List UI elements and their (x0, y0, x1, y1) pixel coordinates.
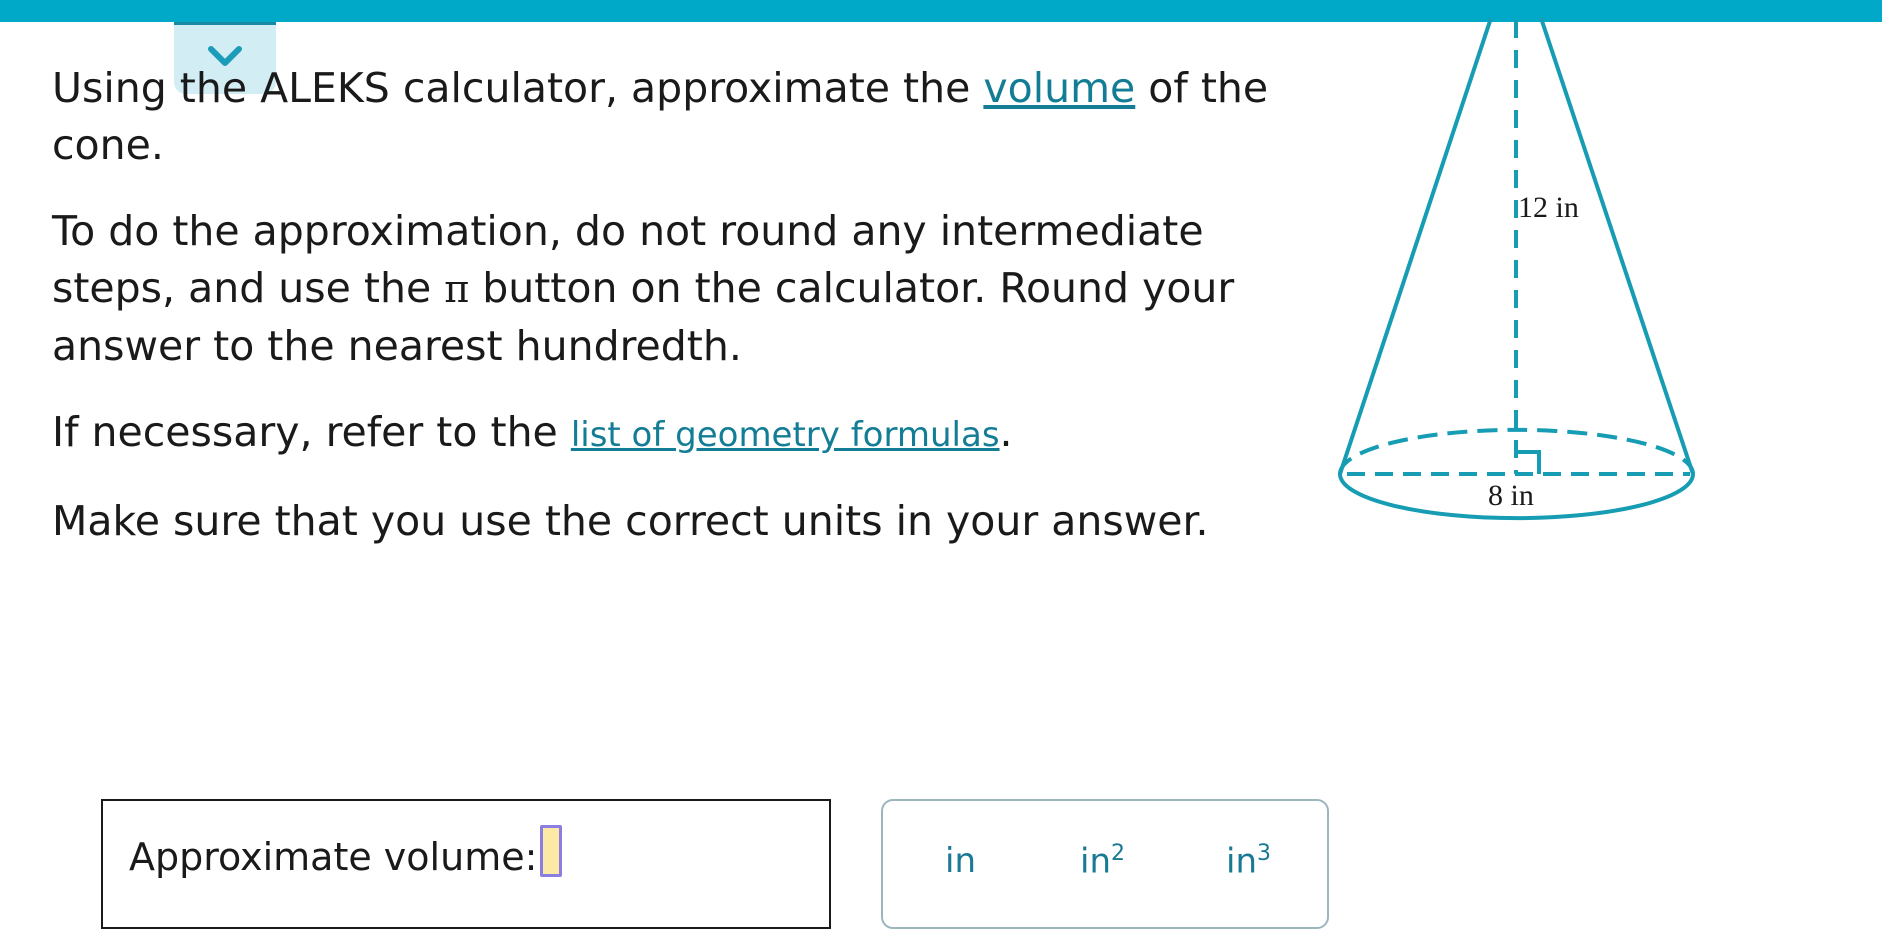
reference-text: If necessary, refer to the (52, 408, 571, 456)
units-palette: in in2 in3 (881, 799, 1329, 929)
question-prompt: Using the ALEKS calculator, approximate … (52, 60, 1312, 550)
question-text: Using the ALEKS calculator, approximate … (52, 64, 984, 112)
unit-in-label: in (945, 841, 976, 881)
question-paragraph: Using the ALEKS calculator, approximate … (52, 60, 1312, 174)
reference-paragraph: If necessary, refer to the list of geome… (52, 404, 1312, 464)
answer-label: Approximate volume: (129, 835, 538, 879)
right-angle-marker (1516, 450, 1541, 474)
cone-right-side (1539, 17, 1695, 475)
units-instruction: Make sure that you use the correct units… (52, 497, 1209, 545)
reference-text: . (999, 408, 1013, 456)
unit-in-button[interactable]: in (945, 841, 976, 881)
unit-in3-button[interactable]: in3 (1226, 841, 1271, 881)
cone-left-side (1338, 17, 1493, 475)
pi-symbol: π (444, 267, 470, 311)
height-label: 12 in (1518, 191, 1579, 224)
geometry-formulas-link[interactable]: list of geometry formulas (571, 415, 1000, 455)
unit-in3-exponent: 3 (1257, 841, 1271, 866)
unit-in2-exponent: 2 (1111, 841, 1125, 866)
unit-in2-label: in (1080, 841, 1111, 882)
answer-box: Approximate volume: (101, 799, 831, 929)
cone-figure: 12 in 8 in (1338, 17, 1695, 521)
instruction-paragraph: To do the approximation, do not round an… (52, 203, 1312, 375)
unit-in3-label: in (1226, 841, 1257, 882)
volume-answer-input[interactable] (540, 825, 562, 877)
radius-label: 8 in (1488, 479, 1534, 512)
volume-link[interactable]: volume (983, 64, 1135, 112)
unit-in2-button[interactable]: in2 (1080, 841, 1125, 881)
